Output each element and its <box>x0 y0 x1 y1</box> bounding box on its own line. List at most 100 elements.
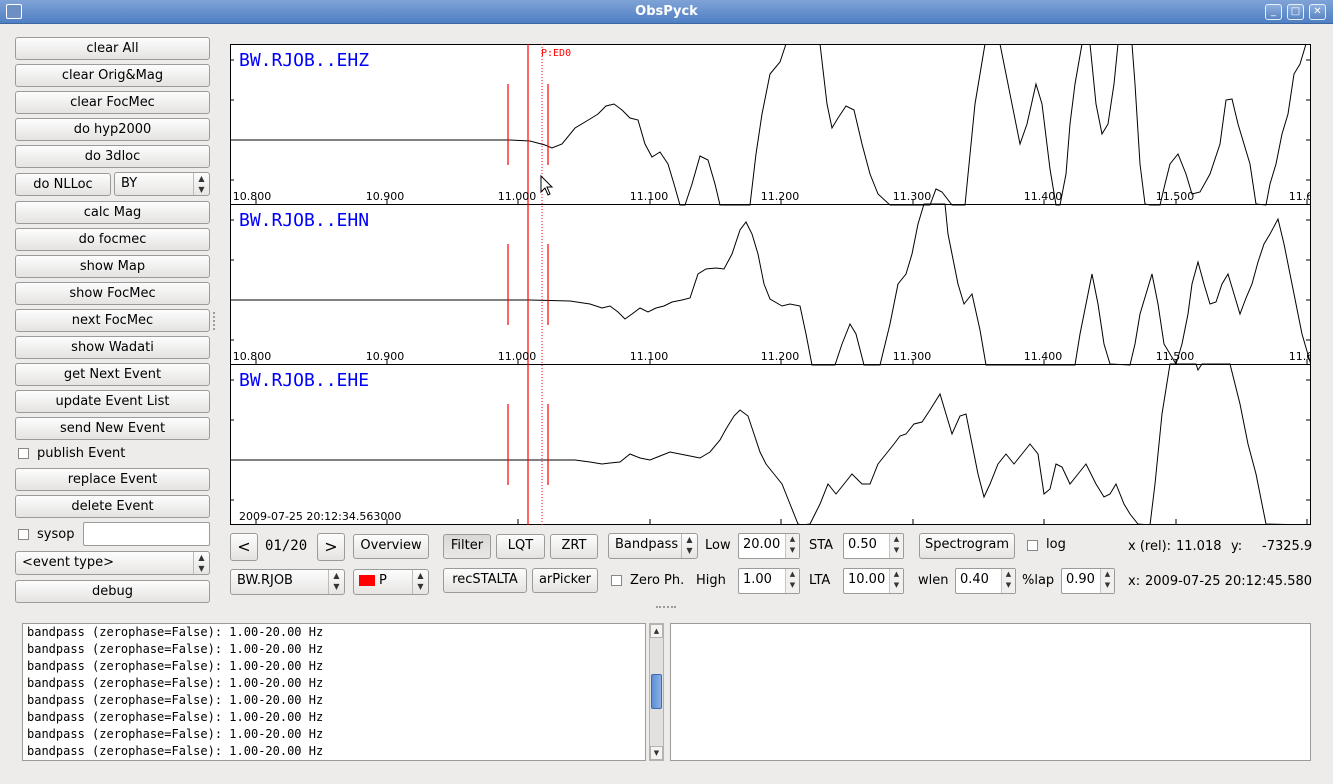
trace-ehe-waveform <box>230 363 1311 525</box>
calc-mag-button[interactable]: calc Mag <box>15 201 210 224</box>
scrollbar-thumb[interactable] <box>651 674 662 709</box>
splitter-handle[interactable] <box>213 312 216 330</box>
maximize-icon[interactable]: □ <box>1287 4 1304 20</box>
spin-arrows-icon[interactable]: ▲ ▼ <box>785 569 799 593</box>
nlloc-region-value: BY <box>121 176 138 191</box>
sysop-checkbox[interactable] <box>18 529 29 540</box>
show-map-button[interactable]: show Map <box>15 255 210 278</box>
mouse-cursor-icon <box>540 174 554 196</box>
x-tick-label: 11.000 <box>498 350 537 363</box>
do-nlloc-button[interactable]: do NLLoc <box>15 173 111 196</box>
scroll-down-icon[interactable]: ▼ <box>650 746 663 760</box>
send-new-event-button[interactable]: send New Event <box>15 417 210 440</box>
low-freq-spinbox[interactable]: 20.00 ▲ ▼ <box>738 533 800 559</box>
log-output[interactable]: bandpass (zerophase=False): 1.00-20.00 H… <box>22 623 646 761</box>
filter-toggle-button[interactable]: Filter <box>443 534 491 559</box>
overlap-label: %lap <box>1022 573 1055 588</box>
wlen-label: wlen <box>918 573 949 588</box>
spin-arrows-icon[interactable]: ▲ ▼ <box>889 569 903 593</box>
lta-spinbox[interactable]: 10.00 ▲ ▼ <box>843 568 904 594</box>
overlap-value: 0.90 <box>1066 572 1095 587</box>
spin-arrows-icon[interactable]: ▲ ▼ <box>785 534 799 558</box>
y-label: y: <box>1231 539 1243 554</box>
seismogram-canvas[interactable]: P:ED0 BW.RJOB..EHZ BW.RJOB..EHN BW.RJOB.… <box>230 44 1311 525</box>
event-type-select[interactable]: <event type> ▲ ▼ <box>15 551 210 575</box>
spin-arrows-icon[interactable]: ▲ ▼ <box>889 534 903 558</box>
x-tick-label: 11.400 <box>1024 190 1063 203</box>
close-icon[interactable]: ✕ <box>1309 4 1326 20</box>
trace-label-ehz: BW.RJOB..EHZ <box>239 50 369 71</box>
trace-label-ehn: BW.RJOB..EHN <box>239 210 369 231</box>
pick-markers <box>507 44 549 525</box>
minimize-icon[interactable]: _ <box>1265 4 1282 20</box>
sta-spinbox[interactable]: 0.50 ▲ ▼ <box>843 533 904 559</box>
do-focmec-button[interactable]: do focmec <box>15 228 210 251</box>
zero-phase-checkbox[interactable] <box>611 575 622 586</box>
lqt-button[interactable]: LQT <box>496 534 545 559</box>
sysop-password-input[interactable] <box>83 522 210 546</box>
zrt-button[interactable]: ZRT <box>550 534 598 559</box>
sta-value: 0.50 <box>848 537 877 552</box>
chevron-updown-icon: ▲ ▼ <box>328 570 344 594</box>
spectrogram-button[interactable]: Spectrogram <box>919 533 1015 559</box>
replace-event-button[interactable]: replace Event <box>15 468 210 491</box>
do-3dloc-button[interactable]: do 3dloc <box>15 145 210 168</box>
debug-button[interactable]: debug <box>15 580 210 603</box>
clear-all-button[interactable]: clear All <box>15 37 210 60</box>
lta-label: LTA <box>809 573 831 588</box>
x-tick-label: 11.500 <box>1156 190 1195 203</box>
get-next-event-button[interactable]: get Next Event <box>15 363 210 386</box>
delete-event-button[interactable]: delete Event <box>15 495 210 518</box>
ar-picker-button[interactable]: arPicker <box>532 568 598 593</box>
lta-value: 10.00 <box>848 572 886 587</box>
do-hyp2000-button[interactable]: do hyp2000 <box>15 118 210 141</box>
x-tick-label: 11.500 <box>1156 350 1195 363</box>
y-value: -7325.9 <box>1262 539 1313 554</box>
x-tick-label: 11.100 <box>630 190 669 203</box>
wlen-spinbox[interactable]: 0.40 ▲ ▼ <box>955 568 1016 594</box>
publish-event-checkbox[interactable] <box>18 448 29 459</box>
clear-orig-mag-button[interactable]: clear Orig&Mag <box>15 64 210 87</box>
chevron-updown-icon: ▲ ▼ <box>412 570 428 594</box>
panel-frame <box>230 44 1311 205</box>
x-tick-label: 10.800 <box>233 190 272 203</box>
x-tick-label: 10.900 <box>366 350 405 363</box>
clear-focmec-button[interactable]: clear FocMec <box>15 91 210 114</box>
scroll-up-icon[interactable]: ▲ <box>650 624 663 638</box>
splitter-handle[interactable] <box>656 606 676 609</box>
next-focmec-button[interactable]: next FocMec <box>15 309 210 332</box>
trace-ehn-waveform <box>230 203 1311 366</box>
overlap-spinbox[interactable]: 0.90 ▲ ▼ <box>1061 568 1115 594</box>
show-wadati-button[interactable]: show Wadati <box>15 336 210 359</box>
spin-arrows-icon[interactable]: ▲ ▼ <box>1100 569 1114 593</box>
overview-button[interactable]: Overview <box>353 534 429 559</box>
secondary-output-panel[interactable] <box>670 623 1311 761</box>
high-freq-spinbox[interactable]: 1.00 ▲ ▼ <box>738 568 800 594</box>
x-tick-label: 11.200 <box>761 350 800 363</box>
log-scrollbar[interactable]: ▲ ▼ <box>649 623 664 761</box>
log-checkbox[interactable] <box>1027 540 1038 551</box>
title-bar: ObsPyck _ □ ✕ <box>0 0 1333 24</box>
nlloc-region-select[interactable]: BY ▲ ▼ <box>114 172 210 196</box>
seismogram-plot[interactable]: P:ED0 BW.RJOB..EHZ BW.RJOB..EHN BW.RJOB.… <box>230 44 1311 525</box>
page-indicator: 01/20 <box>265 538 308 554</box>
event-type-value: <event type> <box>22 555 114 570</box>
log-line: bandpass (zerophase=False): 1.00-20.00 H… <box>27 676 324 690</box>
phase-select[interactable]: P ▲ ▼ <box>353 569 429 595</box>
chevron-updown-icon: ▲ ▼ <box>681 534 697 558</box>
log-line: bandpass (zerophase=False): 1.00-20.00 H… <box>27 625 324 639</box>
rec-stalta-button[interactable]: recSTALTA <box>443 568 527 593</box>
zero-phase-label: Zero Ph. <box>630 573 685 588</box>
phase-value: P <box>379 573 387 588</box>
update-event-list-button[interactable]: update Event List <box>15 390 210 413</box>
spin-arrows-icon[interactable]: ▲ ▼ <box>1001 569 1015 593</box>
log-line: bandpass (zerophase=False): 1.00-20.00 H… <box>27 659 324 673</box>
x-abs-label: x: <box>1128 574 1141 589</box>
next-page-button[interactable]: > <box>317 533 345 561</box>
prev-page-button[interactable]: < <box>230 533 258 561</box>
filter-type-select[interactable]: Bandpass ▲ ▼ <box>608 533 698 559</box>
x-tick-label: 11.100 <box>630 350 669 363</box>
show-focmec-button[interactable]: show FocMec <box>15 282 210 305</box>
station-select[interactable]: BW.RJOB ▲ ▼ <box>230 569 345 595</box>
trace-ehz-waveform <box>230 44 1311 206</box>
